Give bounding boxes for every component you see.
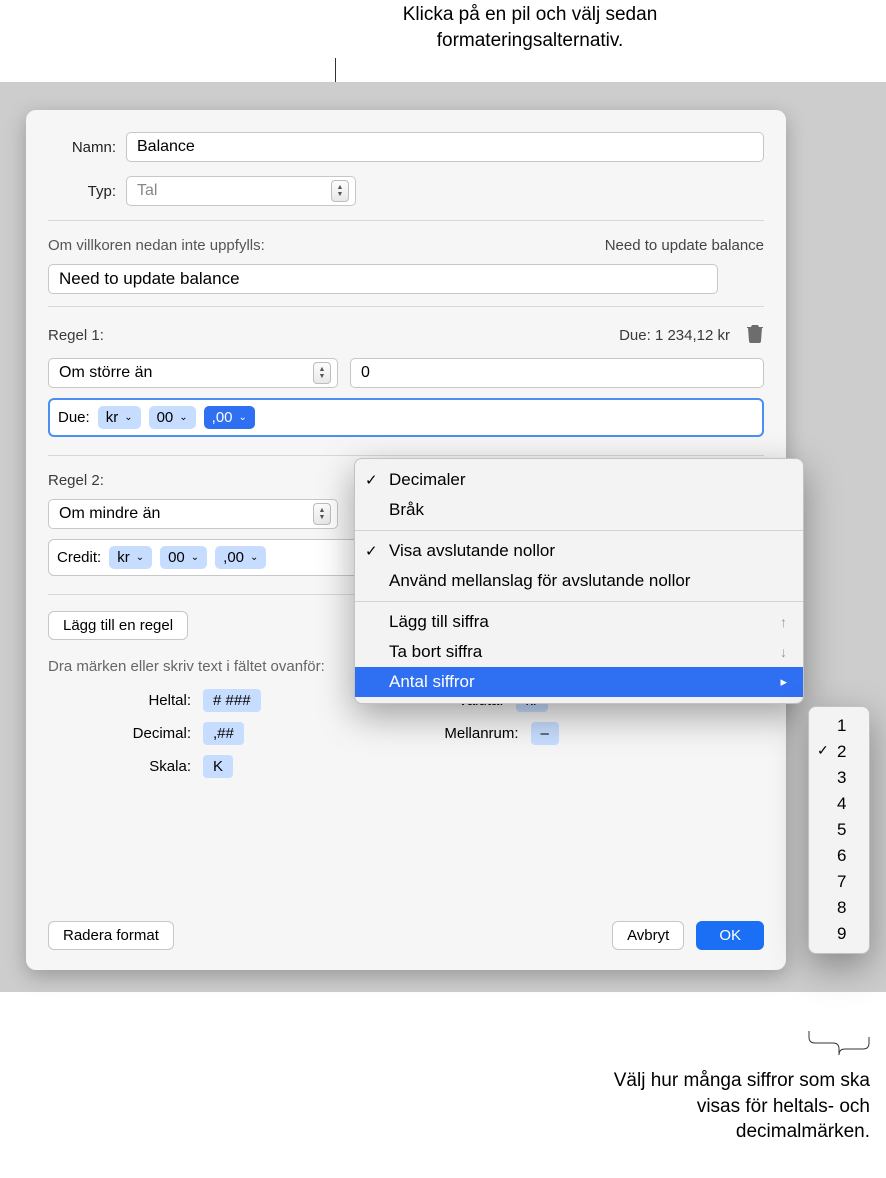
callout-brace (808, 1030, 870, 1066)
submenu-item-7[interactable]: 7 (809, 869, 869, 895)
condition-input[interactable] (48, 264, 718, 294)
skala-label: Skala: (108, 758, 203, 775)
rule1-operator-select[interactable]: Om större än ▲▼ (48, 358, 338, 388)
updown-icon: ▲▼ (313, 503, 331, 525)
name-label: Namn: (48, 139, 126, 156)
condition-label: Om villkoren nedan inte uppfylls: (48, 237, 265, 254)
token-integer[interactable]: 00⌄ (160, 546, 207, 569)
token-decimal[interactable]: ,00⌄ (204, 406, 255, 429)
arrow-up-icon: ↑ (780, 614, 787, 630)
menu-item-anvand-mellanslag[interactable]: Använd mellanslag för avslutande nollor (355, 566, 803, 596)
rule2-prefix: Credit: (57, 549, 101, 566)
token-currency[interactable]: kr⌄ (109, 546, 152, 569)
submenu-item-4[interactable]: 4 (809, 791, 869, 817)
updown-icon: ▲▼ (313, 362, 331, 384)
menu-item-brak[interactable]: Bråk (355, 495, 803, 525)
decimal-label: Decimal: (108, 725, 203, 742)
submenu-item-6[interactable]: 6 (809, 843, 869, 869)
chevron-down-icon: ⌄ (250, 552, 258, 563)
rule2-operator-value: Om mindre än (59, 505, 160, 523)
add-rule-button[interactable]: Lägg till en regel (48, 611, 188, 640)
callout-top: Klicka på en pil och välj sedan formater… (335, 2, 725, 53)
condition-preview: Need to update balance (605, 237, 764, 254)
heltal-label: Heltal: (108, 692, 203, 709)
submenu-item-5[interactable]: 5 (809, 817, 869, 843)
menu-item-ta-bort-siffra[interactable]: Ta bort siffra↓ (355, 637, 803, 667)
menu-item-antal-siffror[interactable]: Antal siffror▸ (355, 667, 803, 697)
chevron-down-icon: ⌄ (136, 552, 144, 563)
menu-item-visa-nollor[interactable]: Visa avslutande nollor (355, 536, 803, 566)
chevron-right-icon: ▸ (780, 674, 787, 690)
cancel-button[interactable]: Avbryt (612, 921, 684, 950)
menu-item-decimaler[interactable]: Decimaler (355, 465, 803, 495)
rule2-label: Regel 2: (48, 472, 104, 489)
rule1-token-field[interactable]: Due: kr⌄ 00⌄ ,00⌄ (48, 398, 764, 437)
ok-button[interactable]: OK (696, 921, 764, 950)
divider (48, 455, 764, 456)
rule1-preview: Due: 1 234,12 kr (619, 327, 730, 344)
type-label: Typ: (48, 183, 126, 200)
digit-count-submenu: 123456789 (808, 706, 870, 954)
divider (48, 220, 764, 221)
rule1-label: Regel 1: (48, 327, 104, 344)
format-dropdown-menu: Decimaler Bråk Visa avslutande nollor An… (354, 458, 804, 704)
chevron-down-icon: ⌄ (124, 412, 132, 423)
mellanrum-token[interactable]: – (531, 722, 559, 745)
name-input[interactable] (126, 132, 764, 162)
rule1-value-input[interactable] (350, 358, 764, 388)
decimal-token[interactable]: ,## (203, 722, 244, 745)
rule2-operator-select[interactable]: Om mindre än ▲▼ (48, 499, 338, 529)
token-decimal[interactable]: ,00⌄ (215, 546, 266, 569)
submenu-item-8[interactable]: 8 (809, 895, 869, 921)
trash-icon[interactable] (746, 323, 764, 348)
menu-item-lagg-till-siffra[interactable]: Lägg till siffra↑ (355, 607, 803, 637)
rule1-operator-value: Om större än (59, 364, 152, 382)
submenu-item-2[interactable]: 2 (809, 739, 869, 765)
type-select[interactable]: Tal ▲▼ (126, 176, 356, 206)
submenu-item-1[interactable]: 1 (809, 713, 869, 739)
menu-separator (355, 530, 803, 531)
submenu-item-9[interactable]: 9 (809, 921, 869, 947)
type-select-value: Tal (137, 182, 157, 200)
rule1-prefix: Due: (58, 409, 90, 426)
arrow-down-icon: ↓ (780, 644, 787, 660)
heltal-token[interactable]: # ### (203, 689, 261, 712)
skala-token[interactable]: K (203, 755, 233, 778)
delete-format-button[interactable]: Radera format (48, 921, 174, 950)
menu-separator (355, 601, 803, 602)
callout-bottom: Välj hur många siffror som ska visas för… (580, 1068, 870, 1145)
chevron-down-icon: ⌄ (179, 412, 187, 423)
chevron-down-icon: ⌄ (191, 552, 199, 563)
mellanrum-label: Mellanrum: (421, 725, 531, 742)
token-integer[interactable]: 00⌄ (149, 406, 196, 429)
token-currency[interactable]: kr⌄ (98, 406, 141, 429)
submenu-item-3[interactable]: 3 (809, 765, 869, 791)
chevron-down-icon: ⌄ (239, 412, 247, 423)
divider (48, 306, 764, 307)
updown-icon: ▲▼ (331, 180, 349, 202)
